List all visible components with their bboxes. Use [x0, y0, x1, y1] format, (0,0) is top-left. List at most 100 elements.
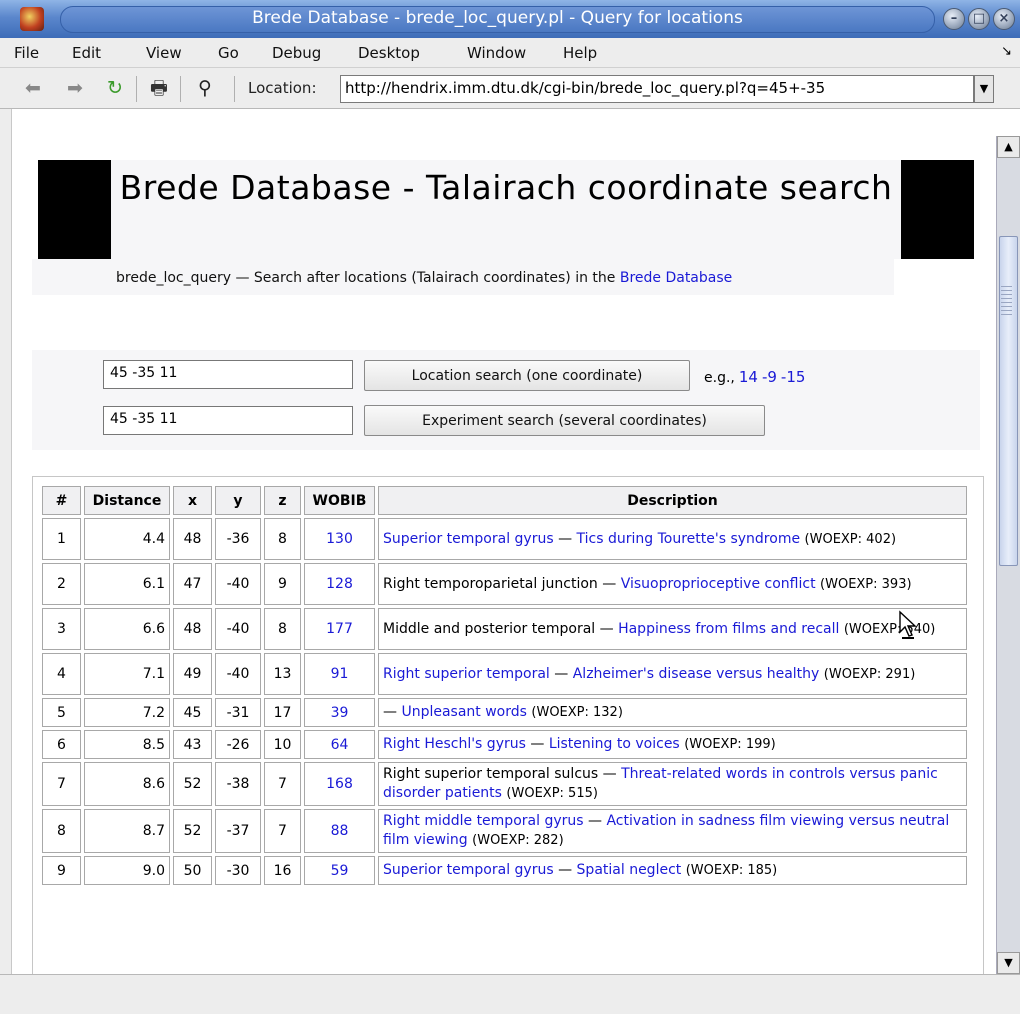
region-link[interactable]: Superior temporal gyrus — [383, 531, 554, 547]
region-link[interactable]: Right superior temporal — [383, 666, 550, 682]
find-icon[interactable]: ⚲ — [194, 77, 216, 99]
vertical-scrollbar[interactable]: ▲ ▼ — [996, 136, 1020, 974]
row-x: 45 — [173, 698, 212, 727]
row-description: — Unpleasant words (WOEXP: 132) — [378, 698, 967, 727]
row-distance: 7.2 — [84, 698, 170, 727]
wobib-link[interactable]: 64 — [331, 737, 349, 753]
brede-database-link[interactable]: Brede Database — [620, 270, 732, 286]
wobib-link[interactable]: 177 — [326, 621, 353, 637]
menu-view[interactable]: View — [146, 44, 182, 62]
row-x: 52 — [173, 809, 212, 853]
menu-edit[interactable]: Edit — [72, 44, 101, 62]
row-z: 10 — [264, 730, 301, 759]
description-separator: — — [525, 736, 549, 752]
row-description: Superior temporal gyrus — Spatial neglec… — [378, 856, 967, 885]
row-y: -37 — [215, 809, 261, 853]
wobib-link[interactable]: 168 — [326, 776, 353, 792]
menu-overflow-icon[interactable]: ↘ — [1001, 44, 1012, 59]
wobib-link[interactable]: 39 — [331, 705, 349, 721]
woexp-label: (WOEXP: 291) — [823, 666, 916, 682]
maximize-icon[interactable]: □ — [968, 8, 990, 30]
page-subtitle: brede_loc_query — Search after locations… — [116, 270, 732, 286]
woexp-label: (WOEXP: 199) — [684, 737, 776, 752]
example-z-link[interactable]: -15 — [781, 368, 806, 386]
example-y-link[interactable]: -9 — [762, 368, 777, 386]
wobib-link[interactable]: 128 — [326, 576, 353, 592]
wobib-link[interactable]: 88 — [331, 823, 349, 839]
description-separator: — — [598, 766, 622, 782]
woexp-label: (WOEXP: 132) — [531, 705, 623, 720]
row-index: 2 — [42, 563, 81, 605]
experiment-link[interactable]: Happiness from films and recall — [618, 621, 839, 637]
row-z: 7 — [264, 809, 301, 853]
app-icon[interactable] — [20, 7, 44, 31]
region-link[interactable]: Right middle temporal gyrus — [383, 813, 584, 829]
example-x-link[interactable]: 14 — [739, 368, 758, 386]
row-index: 7 — [42, 762, 81, 806]
menu-window[interactable]: Window — [467, 44, 526, 62]
table-header-row: # Distance x y z WOBIB Description — [42, 486, 967, 515]
experiment-link[interactable]: Listening to voices — [549, 736, 680, 752]
row-distance: 8.6 — [84, 762, 170, 806]
minimize-icon[interactable]: – — [943, 8, 965, 30]
table-row: 6 8.5 43 -26 10 64 Right Heschl's gyrus — List… — [42, 730, 967, 759]
row-z: 7 — [264, 762, 301, 806]
page-title: Brede Database - Talairach coordinate se… — [119, 168, 893, 207]
scroll-up-icon[interactable]: ▲ — [997, 136, 1020, 158]
row-index: 5 — [42, 698, 81, 727]
menu-desktop[interactable]: Desktop — [358, 44, 420, 62]
wobib-link[interactable]: 91 — [331, 666, 349, 682]
forward-icon[interactable]: ➡ — [64, 77, 86, 99]
reload-icon[interactable]: ↻ — [104, 77, 126, 99]
description-separator: — — [597, 575, 621, 592]
region-link[interactable]: Right Heschl's gyrus — [383, 736, 526, 752]
row-x: 52 — [173, 762, 212, 806]
scrollbar-grip — [1001, 286, 1012, 316]
wobib-link[interactable]: 130 — [326, 531, 353, 547]
menu-help[interactable]: Help — [563, 44, 597, 62]
row-wobib-cell: 88 — [304, 809, 375, 853]
location-url-input[interactable]: http://hendrix.imm.dtu.dk/cgi-bin/brede_… — [340, 75, 974, 103]
region-text: Middle and posterior temporal — [383, 620, 596, 637]
row-wobib-cell: 64 — [304, 730, 375, 759]
location-search-button[interactable]: Location search (one coordinate) — [364, 360, 690, 391]
region-link[interactable]: Superior temporal gyrus — [383, 862, 554, 878]
row-description: Right middle temporal gyrus — Activation… — [378, 809, 967, 853]
toolbar-separator — [136, 76, 137, 102]
experiment-link[interactable]: Alzheimer's disease versus healthy — [573, 666, 820, 682]
row-z: 9 — [264, 563, 301, 605]
table-row: 3 6.6 48 -40 8 177 Middle and posterior tempor… — [42, 608, 967, 650]
location-dropdown-icon[interactable]: ▼ — [974, 75, 994, 103]
close-icon[interactable]: × — [993, 8, 1015, 30]
description-separator: — — [383, 704, 402, 720]
row-y: -31 — [215, 698, 261, 727]
col-header-wobib: WOBIB — [304, 486, 375, 515]
row-x: 48 — [173, 518, 212, 560]
experiment-link[interactable]: Unpleasant words — [401, 704, 526, 720]
toolbar-separator — [234, 76, 235, 102]
menu-go[interactable]: Go — [218, 44, 239, 62]
window-left-edge — [0, 109, 12, 1014]
location-query-input[interactable]: 45 -35 11 — [103, 360, 353, 389]
menu-debug[interactable]: Debug — [272, 44, 321, 62]
wobib-link[interactable]: 59 — [331, 863, 349, 879]
experiment-query-input[interactable]: 45 -35 11 — [103, 406, 353, 435]
row-y: -40 — [215, 563, 261, 605]
row-index: 4 — [42, 653, 81, 695]
table-row: 1 4.4 48 -36 8 130 Superior temporal gyrus — T… — [42, 518, 967, 560]
menu-file[interactable]: File — [14, 44, 39, 62]
col-header-index: # — [42, 486, 81, 515]
example-coordinates: e.g., 14 -9 -15 — [704, 368, 805, 386]
row-z: 17 — [264, 698, 301, 727]
experiment-search-button[interactable]: Experiment search (several coordinates) — [364, 405, 765, 436]
experiment-link[interactable]: Spatial neglect — [577, 862, 682, 878]
experiment-link[interactable]: Visuoproprioceptive conflict — [621, 576, 816, 592]
scroll-down-icon[interactable]: ▼ — [997, 952, 1020, 974]
row-description: Right superior temporal — Alzheimer's di… — [378, 653, 967, 695]
description-separator: — — [549, 665, 573, 682]
col-header-x: x — [173, 486, 212, 515]
experiment-link[interactable]: Tics during Tourette's syndrome — [577, 531, 801, 547]
print-icon[interactable]: 🖶 — [148, 77, 170, 99]
row-y: -38 — [215, 762, 261, 806]
back-icon[interactable]: ⬅ — [22, 77, 44, 99]
